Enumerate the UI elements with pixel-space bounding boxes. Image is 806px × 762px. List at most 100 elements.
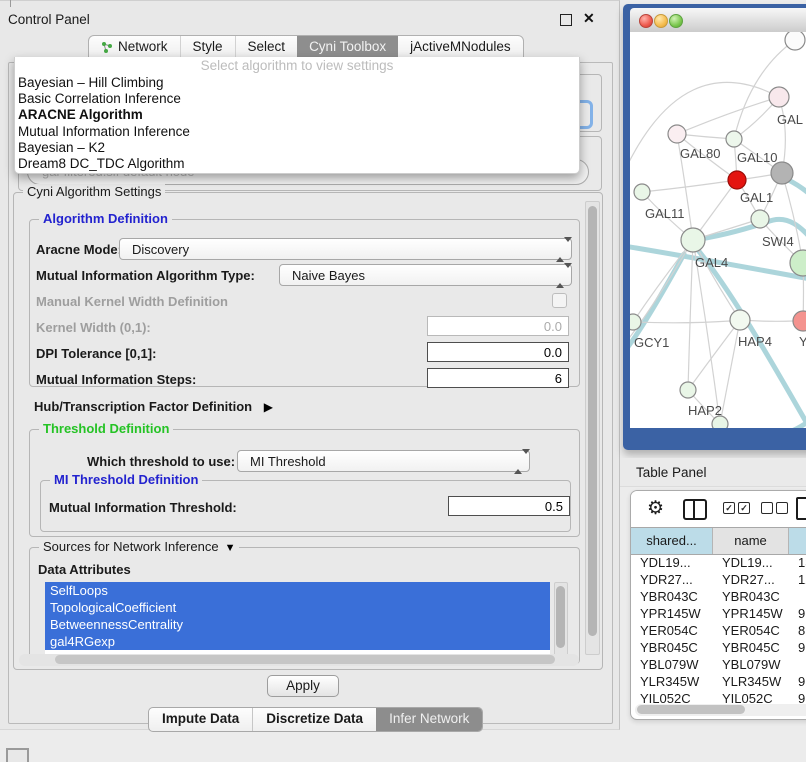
scrollbar-thumb[interactable] bbox=[55, 655, 555, 664]
dropdown-item[interactable]: Mutual Information Inference bbox=[15, 124, 579, 140]
node[interactable] bbox=[769, 87, 789, 107]
combo-stepper-icon bbox=[556, 242, 564, 257]
which-threshold-combo[interactable]: MI Threshold bbox=[237, 450, 530, 472]
column-header-name[interactable]: name bbox=[713, 528, 789, 554]
mi-steps-input[interactable]: 6 bbox=[427, 368, 569, 388]
table-row[interactable]: YIL052C YIL052C 9 bbox=[631, 690, 806, 703]
apply-button[interactable]: Apply bbox=[267, 675, 339, 697]
dropdown-item-selected[interactable]: ARACNE Algorithm bbox=[15, 107, 579, 123]
aracne-mode-combo[interactable]: Discovery bbox=[119, 238, 572, 260]
tab-network[interactable]: Network bbox=[89, 36, 180, 59]
algorithm-dropdown-popup: Select algorithm to view settings Bayesi… bbox=[14, 57, 580, 174]
minimize-traffic-light-icon[interactable] bbox=[654, 14, 668, 28]
attribute-item[interactable]: gal4RGexp bbox=[45, 633, 550, 650]
manual-kernel-checkbox[interactable] bbox=[552, 293, 567, 308]
mi-type-combo[interactable]: Naive Bayes bbox=[279, 264, 572, 286]
node-hap2[interactable] bbox=[680, 382, 696, 398]
node-gal4[interactable] bbox=[681, 228, 705, 252]
gear-icon[interactable]: ⚙ bbox=[647, 497, 664, 520]
node-swi4[interactable] bbox=[751, 210, 769, 228]
minimized-panel-icon[interactable] bbox=[6, 748, 29, 762]
dropdown-item[interactable]: Dream8 DC_TDC Algorithm bbox=[15, 156, 579, 172]
node-label: GAL11 bbox=[645, 206, 685, 221]
checked-checkbox-icon[interactable]: ✓ bbox=[723, 502, 735, 514]
cell: YLR345W bbox=[713, 673, 789, 690]
table-row[interactable]: YBR043C YBR043C bbox=[631, 588, 806, 605]
scrollbar-thumb[interactable] bbox=[588, 206, 597, 636]
node-label: HAP2 bbox=[688, 403, 722, 418]
cell: YIL052C bbox=[631, 690, 713, 703]
network-window-titlebar[interactable] bbox=[630, 8, 806, 33]
node-salmon[interactable] bbox=[793, 311, 806, 331]
table-row[interactable]: YDR27... YDR27... 12 bbox=[631, 571, 806, 588]
algorithm-definition-group: Algorithm Definition Aracne Mode: Discov… bbox=[29, 219, 580, 387]
screen: Control Panel ✕ Network Style Select Cyn… bbox=[0, 0, 806, 762]
column-header[interactable] bbox=[789, 528, 806, 554]
close-traffic-light-icon[interactable] bbox=[639, 14, 653, 28]
attribute-item[interactable]: TopologicalCoefficient bbox=[45, 599, 550, 616]
node-label: GAL bbox=[777, 112, 803, 127]
attribute-item[interactable]: BetweennessCentrality bbox=[45, 616, 550, 633]
node-gcy1[interactable] bbox=[630, 314, 641, 330]
node-gal80[interactable] bbox=[668, 125, 686, 143]
node[interactable] bbox=[790, 250, 806, 276]
dropdown-item[interactable]: Basic Correlation Inference bbox=[15, 91, 579, 107]
scrollbar-thumb[interactable] bbox=[556, 586, 565, 648]
table-horizontal-scrollbar[interactable] bbox=[635, 704, 806, 716]
tab-style[interactable]: Style bbox=[180, 36, 235, 59]
which-threshold-value: MI Threshold bbox=[250, 454, 326, 469]
mi-steps-label: Mutual Information Steps: bbox=[36, 372, 196, 387]
float-window-icon[interactable] bbox=[560, 14, 572, 26]
dropdown-item[interactable]: Bayesian – K2 bbox=[15, 140, 579, 156]
tab-jactivemnodules-label: jActiveMNodules bbox=[410, 39, 511, 54]
node-hap4[interactable] bbox=[730, 310, 750, 330]
table-row[interactable]: YER054C YER054C 8. bbox=[631, 622, 806, 639]
column-layout-icon[interactable] bbox=[683, 499, 707, 520]
sources-title[interactable]: Sources for Network Inference▼ bbox=[39, 539, 239, 554]
zoom-traffic-light-icon[interactable] bbox=[669, 14, 683, 28]
node-gal11[interactable] bbox=[634, 184, 650, 200]
tab-infer-network[interactable]: Infer Network bbox=[376, 708, 482, 731]
attribute-list-scrollbar[interactable] bbox=[554, 582, 568, 662]
table-row[interactable]: YPR145W YPR145W 9. bbox=[631, 605, 806, 622]
attribute-item[interactable]: SelfLoops bbox=[45, 582, 550, 599]
node[interactable] bbox=[785, 32, 805, 50]
table-row[interactable]: YDL19... YDL19... 13 bbox=[631, 554, 806, 571]
tab-jactivemnodules[interactable]: jActiveMNodules bbox=[398, 36, 523, 59]
unchecked-checkbox-icon[interactable] bbox=[776, 502, 788, 514]
dpi-tolerance-input[interactable]: 0.0 bbox=[427, 342, 569, 362]
node-label: GAL80 bbox=[680, 146, 720, 161]
node-gal1-red[interactable] bbox=[728, 171, 746, 189]
unchecked-checkbox-icon[interactable] bbox=[761, 502, 773, 514]
node-label: GAL1 bbox=[740, 190, 773, 205]
settings-horizontal-scrollbar[interactable] bbox=[19, 654, 579, 666]
table-row[interactable]: YBR045C YBR045C 9. bbox=[631, 639, 806, 656]
tab-discretize-data[interactable]: Discretize Data bbox=[252, 708, 376, 731]
node-gal10[interactable] bbox=[726, 131, 742, 147]
sources-title-label: Sources for Network Inference bbox=[43, 539, 219, 554]
column-header-shared-name[interactable]: shared... bbox=[631, 528, 713, 554]
cyni-settings-title: Cyni Algorithm Settings bbox=[23, 184, 165, 199]
control-panel-titlebar: Control Panel ✕ bbox=[0, 10, 619, 32]
settings-vertical-scrollbar[interactable] bbox=[585, 201, 600, 655]
tab-cyni-toolbox[interactable]: Cyni Toolbox bbox=[297, 36, 398, 59]
mi-type-value: Naive Bayes bbox=[292, 268, 365, 283]
nodes bbox=[630, 32, 806, 428]
network-canvas[interactable]: GAL GAL80 GAL10 GAL1 GAL11 SWI4 GAL4 GCY… bbox=[630, 32, 806, 428]
close-icon[interactable]: ✕ bbox=[583, 10, 595, 27]
checked-checkbox-icon[interactable]: ✓ bbox=[738, 502, 750, 514]
document-icon[interactable] bbox=[796, 497, 806, 520]
hub-definition-toggle[interactable]: Hub/Transcription Factor Definition ▶ bbox=[34, 399, 273, 414]
tab-select[interactable]: Select bbox=[235, 36, 298, 59]
tab-impute-data[interactable]: Impute Data bbox=[149, 708, 252, 731]
table-row[interactable]: YLR345W YLR345W 9. bbox=[631, 673, 806, 690]
tab-style-label: Style bbox=[193, 39, 223, 54]
scrollbar-thumb[interactable] bbox=[637, 705, 745, 714]
which-threshold-label: Which threshold to use: bbox=[87, 454, 235, 469]
node-gray[interactable] bbox=[771, 162, 793, 184]
table-row[interactable]: YBL079W YBL079W bbox=[631, 656, 806, 673]
mi-threshold-input[interactable]: 0.5 bbox=[448, 496, 570, 516]
table-toolbar: ⚙ ✓ ✓ bbox=[631, 491, 806, 527]
kernel-width-input[interactable]: 0.0 bbox=[427, 316, 569, 336]
dropdown-item[interactable]: Bayesian – Hill Climbing bbox=[15, 75, 579, 91]
